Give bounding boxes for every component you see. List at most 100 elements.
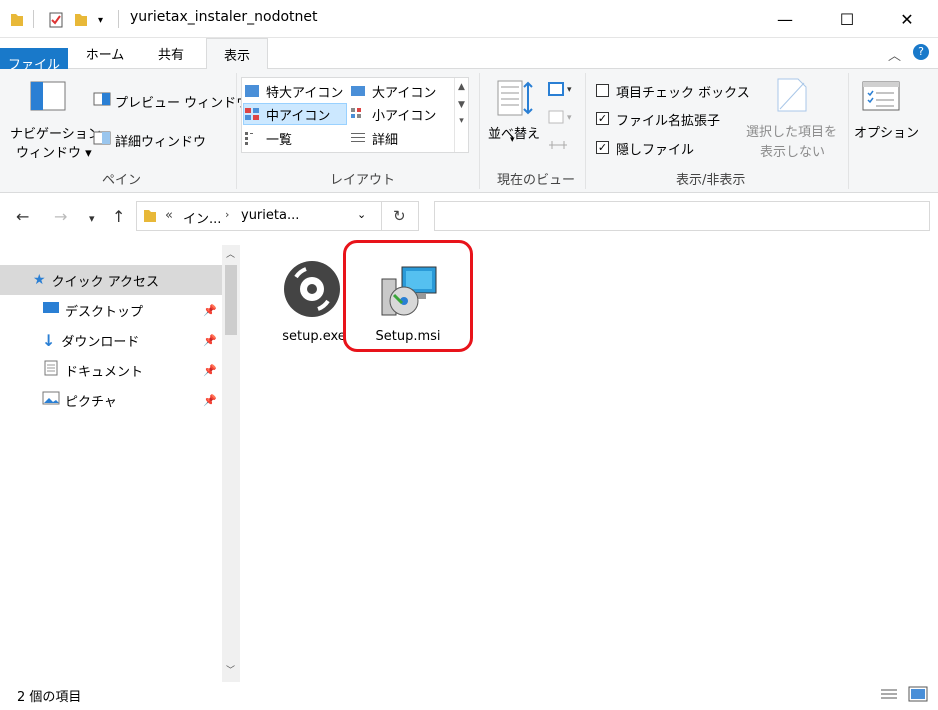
tab-view[interactable]: 表示 <box>206 38 268 70</box>
window-title: yurietax_instaler_nodotnet <box>130 9 318 25</box>
status-bar: 2 個の項目 <box>0 682 938 710</box>
item-checkboxes-checkbox[interactable] <box>596 84 609 97</box>
file-extensions-label[interactable]: ファイル名拡張子 <box>616 110 720 129</box>
breadcrumb-overflow[interactable]: « <box>165 208 173 223</box>
properties-icon[interactable] <box>48 10 64 30</box>
layout-gallery: 特大アイコン 大アイコン 中アイコン 小アイコン 一覧 詳細 ▲ ▼ ▾ <box>241 77 469 153</box>
details-icon <box>350 131 366 145</box>
document-icon <box>44 360 58 380</box>
nav-item-label: ダウンロード <box>61 334 140 350</box>
ribbon-tabs: ファイル ホーム 共有 表示 ︿ ? <box>0 38 938 79</box>
navigation-pane: ★ クイック アクセス デスクトップ 📌 ↓ ダウンロード 📌 ドキュメント 📌… <box>0 245 242 682</box>
breadcrumb-item[interactable]: イン... <box>183 208 221 227</box>
item-checkboxes-label[interactable]: 項目チェック ボックス <box>616 82 750 101</box>
hidden-files-checkbox[interactable]: ✓ <box>596 141 609 154</box>
address-dropdown-icon[interactable]: ⌄ <box>357 208 366 221</box>
folder-icon <box>143 208 157 228</box>
size-columns-icon <box>548 137 568 157</box>
preview-pane-icon <box>93 92 111 110</box>
tab-share[interactable]: 共有 <box>140 38 202 69</box>
options-button[interactable]: オプション <box>854 122 919 141</box>
scroll-up-icon[interactable]: ︿ <box>226 247 235 260</box>
sort-by-icon <box>496 79 534 123</box>
layout-item-label: 中アイコン <box>266 108 331 124</box>
tab-home[interactable]: ホーム <box>75 38 135 69</box>
current-view-group-label: 現在のビュー <box>497 173 576 188</box>
layout-extra-large-icons[interactable]: 特大アイコン <box>244 80 346 102</box>
navigation-pane-icon <box>30 81 66 115</box>
pin-icon[interactable]: 📌 <box>203 394 217 407</box>
layout-item-label: 一覧 <box>266 132 293 148</box>
layout-list[interactable]: 一覧 <box>244 127 346 149</box>
close-button[interactable]: ✕ <box>876 0 938 38</box>
large-icons-icon <box>350 84 366 98</box>
layout-group-label: レイアウト <box>330 173 396 188</box>
forward-arrow-icon[interactable]: → <box>54 207 67 226</box>
layout-scroll[interactable]: ▲ ▼ ▾ <box>454 78 468 152</box>
collapse-ribbon-icon[interactable]: ︿ <box>888 45 901 64</box>
layout-small-icons[interactable]: 小アイコン <box>350 103 450 125</box>
preview-pane-button[interactable]: プレビュー ウィンドウ <box>115 92 249 111</box>
nav-item-label: デスクトップ <box>65 304 144 320</box>
details-pane-button[interactable]: 詳細ウィンドウ <box>115 131 206 150</box>
sort-by-dropdown-icon[interactable]: ▾ <box>510 135 515 145</box>
minimize-button[interactable]: — <box>754 0 816 38</box>
layout-item-label: 詳細 <box>372 132 399 148</box>
details-view-icon[interactable] <box>880 687 898 707</box>
scroll-down-icon[interactable]: ﹀ <box>226 663 235 676</box>
title-bar: ▾ yurietax_instaler_nodotnet — ☐ ✕ <box>0 0 938 38</box>
scrollbar-thumb[interactable] <box>225 265 237 335</box>
file-extensions-checkbox[interactable]: ✓ <box>596 112 609 125</box>
search-input[interactable] <box>434 201 930 231</box>
refresh-icon[interactable]: ↻ <box>393 207 406 225</box>
new-folder-icon[interactable] <box>74 10 88 30</box>
svg-text:▾: ▾ <box>567 85 572 95</box>
large-icons-view-icon[interactable] <box>908 686 928 706</box>
add-columns-icon: ▾ <box>548 109 576 129</box>
medium-icons-icon <box>244 107 260 121</box>
small-icons-icon <box>350 107 366 121</box>
nav-item-quick-access[interactable]: ★ クイック アクセス <box>0 265 222 295</box>
disc-icon <box>282 259 342 323</box>
address-bar-area: ← → ▾ ↑ « イン... › yurieta... ⌄ ↻ <box>0 193 938 245</box>
desktop-icon <box>42 301 60 319</box>
star-icon: ★ <box>33 272 46 288</box>
navigation-pane-label[interactable]: ナビゲーション <box>10 123 101 142</box>
options-icon <box>862 81 900 115</box>
pane-group-label: ペイン <box>102 173 142 188</box>
svg-text:▾: ▾ <box>567 113 572 123</box>
nav-pane-scrollbar[interactable]: ︿ ﹀ <box>222 245 240 682</box>
details-pane-icon <box>93 131 111 149</box>
layout-medium-icons[interactable]: 中アイコン <box>243 103 347 125</box>
pictures-icon <box>42 391 60 409</box>
layout-large-icons[interactable]: 大アイコン <box>350 80 450 102</box>
folder-icon <box>10 10 24 30</box>
nav-item-documents[interactable]: ドキュメント 📌 <box>0 355 222 385</box>
breadcrumb-item[interactable]: yurieta... <box>241 208 299 223</box>
address-field[interactable]: « イン... › yurieta... ⌄ ↻ <box>136 201 419 231</box>
nav-item-pictures[interactable]: ピクチャ 📌 <box>0 385 222 415</box>
nav-item-downloads[interactable]: ↓ ダウンロード 📌 <box>0 325 222 355</box>
hidden-files-label[interactable]: 隠しファイル <box>616 139 694 158</box>
nav-item-label: ピクチャ <box>65 394 117 410</box>
nav-item-desktop[interactable]: デスクトップ 📌 <box>0 295 222 325</box>
item-count: 2 個の項目 <box>17 690 82 705</box>
back-arrow-icon[interactable]: ← <box>16 207 29 226</box>
pin-icon[interactable]: 📌 <box>203 304 217 317</box>
extra-large-icons-icon <box>244 84 260 98</box>
group-by-icon[interactable]: ▾ <box>548 81 576 101</box>
help-icon[interactable]: ? <box>913 44 929 60</box>
list-icon <box>244 131 260 145</box>
maximize-button[interactable]: ☐ <box>816 0 878 38</box>
customize-qa-icon[interactable]: ▾ <box>98 10 103 30</box>
pin-icon[interactable]: 📌 <box>203 364 217 377</box>
up-arrow-icon[interactable]: ↑ <box>112 207 125 226</box>
navigation-pane-dropdown[interactable]: ウィンドウ ▾ <box>16 142 92 161</box>
pin-icon[interactable]: 📌 <box>203 334 217 347</box>
recent-locations-icon[interactable]: ▾ <box>89 212 95 225</box>
layout-item-label: 特大アイコン <box>266 85 344 101</box>
breadcrumb-separator-icon[interactable]: › <box>225 208 229 221</box>
ribbon: ナビゲーション ウィンドウ ▾ プレビュー ウィンドウ 詳細ウィンドウ ペイン … <box>0 69 938 193</box>
layout-details[interactable]: 詳細 <box>350 127 450 149</box>
highlight-annotation <box>343 240 473 352</box>
